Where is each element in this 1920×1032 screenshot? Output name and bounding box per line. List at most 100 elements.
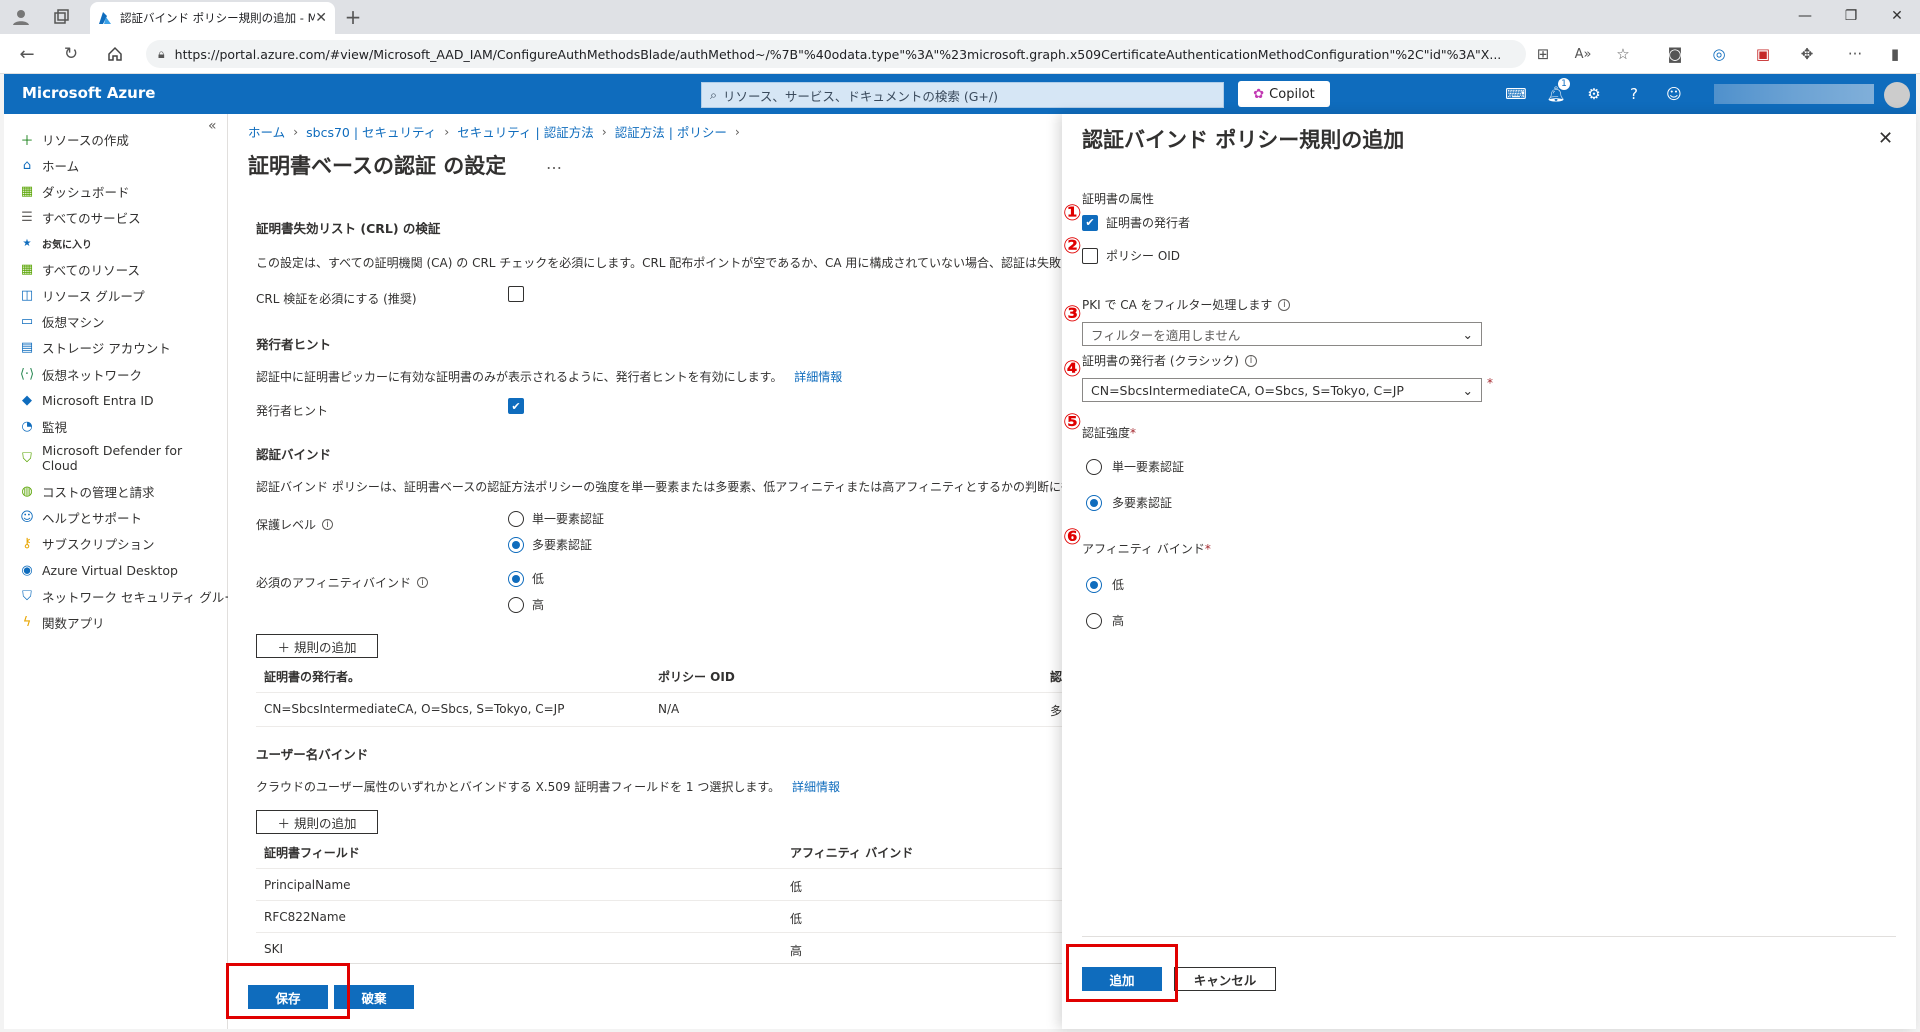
- azure-brand[interactable]: Microsoft Azure: [22, 84, 155, 102]
- issuer-checkbox-row[interactable]: ✔ 証明書の発行者: [1082, 214, 1190, 231]
- username-learn-more-link[interactable]: 詳細情報: [792, 780, 840, 794]
- radio-button[interactable]: [508, 536, 524, 553]
- panel-close-icon[interactable]: ✕: [1878, 128, 1893, 149]
- policy-oid-checkbox-row[interactable]: ポリシー OID: [1082, 247, 1180, 264]
- username-row-affinity: 低: [790, 880, 803, 894]
- read-aloud-icon[interactable]: A»: [1570, 41, 1596, 67]
- issuer-hint-checkbox[interactable]: ✔: [508, 398, 524, 414]
- info-icon[interactable]: i: [1278, 298, 1291, 311]
- back-icon[interactable]: ←: [14, 41, 40, 67]
- add-username-rule-button[interactable]: ＋規則の追加: [256, 810, 378, 834]
- add-rule-button[interactable]: ＋規則の追加: [256, 634, 378, 658]
- active-tab[interactable]: 認証バインド ポリシー規則の追加 - M ✕: [90, 2, 335, 34]
- lock-icon: 🔒︎: [158, 46, 165, 61]
- radio-button[interactable]: [508, 570, 524, 587]
- new-tab-icon[interactable]: +: [340, 4, 366, 30]
- sidebar-item-1[interactable]: ⌂ ホーム: [18, 156, 79, 175]
- copilot-button[interactable]: ✿ Copilot: [1238, 81, 1330, 107]
- issuer-hint-heading: 発行者ヒント: [256, 337, 332, 352]
- more-menu-icon[interactable]: ···: [1842, 41, 1868, 67]
- main-pane: ホーム › sbcs70 | セキュリティ › セキュリティ | 認証方法 › …: [226, 114, 1062, 1029]
- screenshot-icon[interactable]: ◙: [1662, 41, 1688, 67]
- sidebar-item-5[interactable]: ▦ すべてのリソース: [18, 260, 140, 279]
- home-browser-icon[interactable]: [102, 41, 128, 67]
- affinity-high-radio[interactable]: 高: [508, 596, 544, 613]
- global-search-input[interactable]: ⌕ リソース、サービス、ドキュメントの検索 (G+/): [701, 82, 1224, 108]
- extension-icon[interactable]: ◎: [1706, 41, 1732, 67]
- binding-description: 認証バインド ポリシーは、証明書ベースの認証方法ポリシーの強度を単一要素または多…: [256, 480, 1062, 494]
- copilot-label: Copilot: [1269, 86, 1315, 102]
- affinity-low-radio[interactable]: 低: [508, 570, 544, 587]
- breadcrumb-security[interactable]: sbcs70 | セキュリティ: [306, 122, 436, 141]
- radio-button[interactable]: [508, 596, 524, 613]
- radio-button[interactable]: [1086, 576, 1102, 593]
- sidebar-item-2[interactable]: ▦ ダッシュボード: [18, 182, 130, 201]
- sidebar-item-15[interactable]: ⚷ サブスクリプション: [18, 534, 154, 553]
- feedback-icon[interactable]: ☺: [1662, 82, 1686, 106]
- radio-label: 高: [1112, 614, 1125, 628]
- app-available-icon[interactable]: ⊞: [1530, 41, 1556, 67]
- protection-single-radio[interactable]: 単一要素認証: [508, 510, 604, 527]
- vm-icon: ▭: [20, 314, 34, 329]
- sidebar-item-9[interactable]: ⟨·⟩ 仮想ネットワーク: [18, 365, 142, 384]
- sidebar-item-14[interactable]: ☺ ヘルプとサポート: [18, 508, 142, 527]
- classic-issuer-dropdown[interactable]: CN=SbcsIntermediateCA, O=Sbcs, S=Tokyo, …: [1082, 378, 1482, 402]
- extension-red-icon[interactable]: ▣: [1750, 41, 1776, 67]
- radio-button[interactable]: [1086, 494, 1102, 511]
- sidebar-item-11[interactable]: ◔ 監視: [18, 417, 67, 436]
- radio-button[interactable]: [508, 510, 524, 527]
- restore-icon[interactable]: ❐: [1828, 8, 1874, 24]
- issuer-hint-learn-more-link[interactable]: 詳細情報: [794, 370, 842, 384]
- sidebar-item-3[interactable]: ☰ すべてのサービス: [18, 208, 140, 227]
- workspaces-icon[interactable]: [48, 4, 74, 30]
- help-icon[interactable]: ?: [1622, 82, 1646, 106]
- window-close-icon[interactable]: ✕: [1874, 8, 1920, 24]
- sidebar-item-18[interactable]: ϟ 関数アプリ: [18, 613, 105, 632]
- pki-label: PKI で CA をフィルター処理します i: [1082, 296, 1291, 313]
- extensions-puzzle-icon[interactable]: ✥: [1794, 41, 1820, 67]
- policy-oid-checkbox[interactable]: [1082, 247, 1098, 264]
- breadcrumb-policies[interactable]: 認証方法 | ポリシー: [615, 122, 727, 141]
- breadcrumb-home[interactable]: ホーム: [248, 122, 285, 141]
- info-icon[interactable]: i: [322, 519, 334, 530]
- avatar[interactable]: [1884, 82, 1910, 108]
- cancel-button[interactable]: キャンセル: [1174, 967, 1276, 991]
- tab-close-icon[interactable]: ✕: [315, 10, 327, 26]
- sidebar-item-17[interactable]: ⛉ ネットワーク セキュリティ グループ: [18, 587, 248, 606]
- sidebar-item-0[interactable]: ＋ リソースの作成: [18, 130, 128, 149]
- sidebar-item-7[interactable]: ▭ 仮想マシン: [18, 312, 105, 331]
- settings-gear-icon[interactable]: ⚙: [1582, 82, 1606, 106]
- info-icon[interactable]: i: [1244, 354, 1257, 367]
- issuer-checkbox[interactable]: ✔: [1082, 214, 1098, 231]
- info-icon[interactable]: i: [417, 577, 429, 588]
- sidebar-item-12[interactable]: ⛉ Microsoft Defender for Cloud: [18, 443, 192, 473]
- breadcrumb-auth-methods[interactable]: セキュリティ | 認証方法: [457, 122, 593, 141]
- strength-single-radio[interactable]: 単一要素認証: [1086, 458, 1184, 475]
- minimize-icon[interactable]: —: [1782, 8, 1828, 24]
- url-field[interactable]: 🔒︎ https://portal.azure.com/#view/Micros…: [146, 40, 1526, 68]
- cloud-shell-icon[interactable]: ⌨: [1504, 82, 1528, 106]
- sidebar-item-16[interactable]: ◉ Azure Virtual Desktop: [18, 561, 178, 579]
- radio-button[interactable]: [1086, 612, 1102, 629]
- panel-affinity-low-radio[interactable]: 低: [1086, 576, 1124, 593]
- sidebar-item-10[interactable]: ◆ Microsoft Entra ID: [18, 391, 154, 409]
- strength-multi-radio[interactable]: 多要素認証: [1086, 494, 1172, 511]
- account-name-redacted[interactable]: [1714, 84, 1874, 104]
- sidebar-item-6[interactable]: ◫ リソース グループ: [18, 286, 145, 305]
- radio-button[interactable]: [1086, 458, 1102, 475]
- sidebar-item-8[interactable]: ▤ ストレージ アカウント: [18, 338, 171, 357]
- notifications-icon[interactable]: 🔔︎ 1: [1544, 78, 1570, 106]
- crl-checkbox-label: CRL 検証を必須にする (推奨): [256, 292, 417, 306]
- profile-icon[interactable]: [8, 4, 34, 30]
- collapse-nav-icon[interactable]: «: [208, 118, 217, 134]
- pki-dropdown[interactable]: フィルターを適用しません ⌄: [1082, 322, 1482, 346]
- add-binding-rule-panel: 認証バインド ポリシー規則の追加 ✕ 証明書の属性 ① ✔ 証明書の発行者 ② …: [1062, 114, 1916, 1029]
- refresh-icon[interactable]: ↻: [58, 41, 84, 67]
- more-options-icon[interactable]: …: [546, 154, 562, 173]
- sidebar-toggle-icon[interactable]: ▮: [1882, 41, 1908, 67]
- sidebar-item-13[interactable]: ◍ コストの管理と請求: [18, 482, 154, 501]
- favorite-star-icon[interactable]: ☆: [1610, 41, 1636, 67]
- crl-checkbox[interactable]: [508, 286, 524, 302]
- panel-affinity-high-radio[interactable]: 高: [1086, 612, 1124, 629]
- protection-multi-radio[interactable]: 多要素認証: [508, 536, 592, 553]
